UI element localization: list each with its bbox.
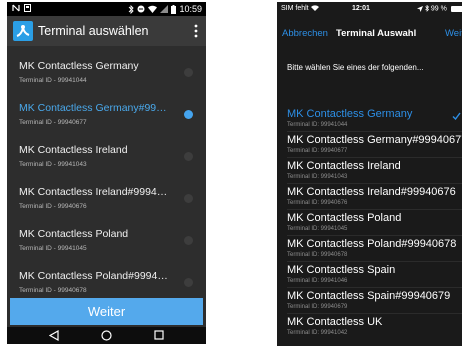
battery-icon <box>171 4 177 14</box>
android-toolbar: Terminal auswählen <box>7 16 206 46</box>
android-screen: 10:59 Terminal auswählen MK Contactless … <box>7 2 206 344</box>
terminal-name: MK Contactless Ireland#99940676 <box>19 186 171 198</box>
carrier-label: SIM fehlt <box>281 5 309 12</box>
selection-prompt: Bitte wählen Sie eines der folgenden... <box>287 63 424 72</box>
ios-screen: SIM fehlt 12:01 99 % Abbrechen Terminal … <box>277 2 462 346</box>
location-icon <box>417 5 423 12</box>
radio-button[interactable] <box>184 68 193 77</box>
terminal-id: Terminal ID: 99941042 <box>287 330 348 336</box>
battery-percent: 99 % <box>430 5 447 13</box>
recents-icon[interactable] <box>154 330 164 340</box>
radio-button[interactable] <box>184 236 193 245</box>
terminal-name: MK Contactless Spain#99940679 <box>287 290 451 302</box>
terminal-id: Terminal ID - 99940676 <box>19 203 87 210</box>
page-title: Terminal Auswahl <box>336 28 417 39</box>
ios-clock: 12:01 <box>352 5 370 12</box>
list-item[interactable]: MK Contactless Poland Terminal ID: 99941… <box>277 210 462 236</box>
terminal-name: MK Contactless Ireland#99940676 <box>287 186 456 198</box>
terminal-name: MK Contactless Poland#99940678 <box>287 238 457 250</box>
terminal-id: Terminal ID - 99940677 <box>19 119 87 126</box>
terminal-name: MK Contactless Germany#999406... <box>19 102 171 114</box>
app-logo <box>13 21 33 41</box>
terminal-id: Terminal ID - 99941045 <box>19 245 87 252</box>
bluetooth-icon <box>425 5 429 12</box>
do-not-disturb-icon <box>137 5 145 13</box>
terminal-name: MK Contactless Poland <box>19 228 129 240</box>
cancel-button[interactable]: Abbrechen <box>282 28 328 39</box>
list-item[interactable]: MK Contactless Ireland#99940676 Terminal… <box>7 172 206 214</box>
checkmark-icon <box>452 112 461 120</box>
battery-icon <box>451 6 462 12</box>
next-button[interactable]: Weite <box>445 28 462 39</box>
more-options-icon[interactable] <box>194 24 198 38</box>
list-item[interactable]: MK Contactless Germany#999406... Termina… <box>7 88 206 130</box>
android-clock: 10:59 <box>179 4 202 14</box>
list-item[interactable]: MK Contactless Poland Terminal ID - 9994… <box>7 214 206 256</box>
terminal-id: Terminal ID: 99941045 <box>287 226 348 232</box>
terminal-id: Terminal ID - 99940678 <box>19 287 87 294</box>
list-item[interactable]: MK Contactless Spain Terminal ID: 999410… <box>277 262 462 288</box>
terminal-id: Terminal ID: 99941043 <box>287 174 348 180</box>
signal-icon <box>160 5 169 13</box>
terminal-id: Terminal ID: 99941046 <box>287 278 348 284</box>
terminal-id: Terminal ID: 99941044 <box>287 122 348 128</box>
list-item[interactable]: MK Contactless Spain#99940679 Terminal I… <box>277 288 462 314</box>
terminal-name: MK Contactless Poland#99940678 <box>19 270 171 282</box>
page-title: Terminal auswählen <box>38 24 149 38</box>
android-nav-bar <box>7 327 206 344</box>
list-item[interactable]: MK Contactless Germany Terminal ID: 9994… <box>277 106 462 132</box>
wifi-icon <box>148 5 158 13</box>
terminal-name: MK Contactless Germany <box>287 108 413 120</box>
home-icon[interactable] <box>101 330 112 341</box>
terminal-id: Terminal ID - 99941043 <box>19 161 87 168</box>
list-item[interactable]: MK Contactless UK Terminal ID: 99941042 <box>277 314 462 340</box>
terminal-name: MK Contactless Germany <box>19 60 139 72</box>
terminal-name: MK Contactless Ireland <box>287 160 401 172</box>
list-item[interactable]: MK Contactless Germany Terminal ID - 999… <box>7 46 206 88</box>
android-status-bar: 10:59 <box>7 2 206 16</box>
list-item[interactable]: MK Contactless Ireland Terminal ID: 9994… <box>277 158 462 184</box>
terminal-id: Terminal ID: 99940679 <box>287 304 348 310</box>
weiter-button[interactable]: Weiter <box>10 298 203 325</box>
terminal-id: Terminal ID: 99940678 <box>287 252 348 258</box>
back-icon[interactable] <box>49 330 59 341</box>
terminal-id: Terminal ID - 99941044 <box>19 77 87 84</box>
notification-icon <box>24 4 31 12</box>
radio-button[interactable] <box>184 152 193 161</box>
terminal-name: MK Contactless UK <box>287 316 383 328</box>
list-item[interactable]: MK Contactless Ireland#99940676 Terminal… <box>277 184 462 210</box>
terminal-name: MK Contactless Germany#99940677 <box>287 134 462 146</box>
list-item[interactable]: MK Contactless Poland#99940678 Terminal … <box>277 236 462 262</box>
list-item[interactable]: MK Contactless Germany#99940677 Terminal… <box>277 132 462 158</box>
list-item[interactable]: MK Contactless Poland#99940678 Terminal … <box>7 256 206 295</box>
terminal-name: MK Contactless Poland <box>287 212 402 224</box>
radio-button[interactable] <box>184 278 193 287</box>
radio-button[interactable] <box>184 194 193 203</box>
wifi-icon <box>310 5 319 12</box>
terminal-name: MK Contactless Ireland <box>19 144 128 156</box>
terminal-id: Terminal ID: 99940676 <box>287 200 348 206</box>
radio-button-selected[interactable] <box>184 110 193 119</box>
nfc-icon <box>12 4 20 12</box>
terminal-list: MK Contactless Germany Terminal ID: 9994… <box>277 106 462 346</box>
terminal-id: Terminal ID: 99940677 <box>287 148 348 154</box>
bluetooth-icon <box>129 4 135 14</box>
terminal-list: MK Contactless Germany Terminal ID - 999… <box>7 46 206 295</box>
terminal-name: MK Contactless Spain <box>287 264 396 276</box>
ios-navigation-bar: Abbrechen Terminal Auswahl Weite <box>277 17 462 49</box>
ios-status-bar: SIM fehlt 12:01 99 % <box>277 2 462 17</box>
list-item[interactable]: MK Contactless Ireland Terminal ID - 999… <box>7 130 206 172</box>
